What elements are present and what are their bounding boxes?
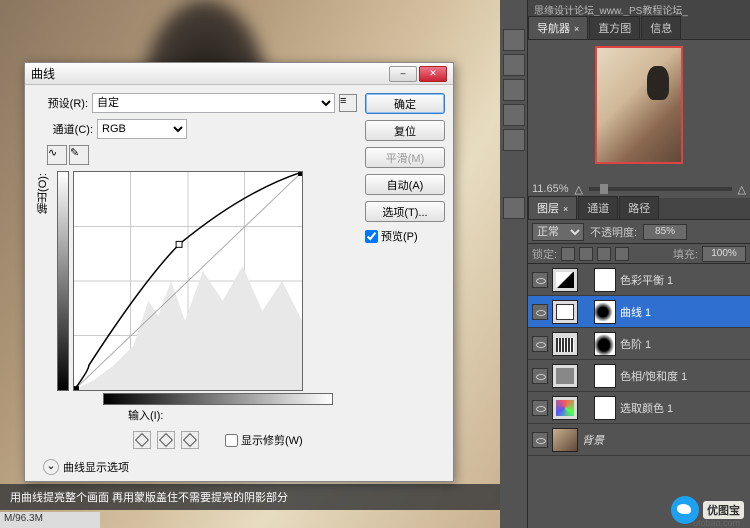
tool-icon[interactable] (503, 104, 525, 126)
options-button[interactable]: 选项(T)... (365, 201, 445, 222)
layer-thumb[interactable] (552, 364, 578, 388)
layers-tabs: 图层× 通道 路径 (528, 198, 750, 220)
curves-graph[interactable] (73, 171, 303, 391)
layer-row[interactable]: 曲线 1 (528, 296, 750, 328)
tab-channels[interactable]: 通道 (578, 196, 618, 219)
blend-mode-select[interactable]: 正常 (532, 223, 584, 241)
logo-url: utobao.com (693, 518, 740, 528)
tool-icon[interactable] (503, 197, 525, 219)
gray-point-dropper[interactable] (157, 431, 175, 449)
dialog-title: 曲线 (31, 65, 387, 82)
layer-thumb[interactable] (552, 428, 578, 452)
navigator-tabs: 导航器× 直方图 信息 (528, 18, 750, 40)
input-axis-label: 输入(I): (128, 407, 357, 423)
layer-name: 曲线 1 (620, 304, 651, 320)
tab-navigator[interactable]: 导航器× (528, 16, 588, 39)
minimize-button[interactable]: – (389, 66, 417, 82)
layer-thumb[interactable] (552, 300, 578, 324)
layer-list: 色彩平衡 1 曲线 1 色阶 1 (528, 264, 750, 528)
preset-menu-icon[interactable]: ≡ (339, 94, 357, 112)
layers-panel: 正常 不透明度: 85% 锁定: 填充: 100% 色彩平衡 1 (528, 220, 750, 528)
lock-pos-icon[interactable] (597, 247, 611, 261)
tool-icon[interactable] (503, 54, 525, 76)
black-point-dropper[interactable] (133, 431, 151, 449)
layer-mask[interactable] (594, 364, 616, 388)
visibility-icon[interactable] (532, 400, 548, 416)
layer-row[interactable]: 色相/饱和度 1 (528, 360, 750, 392)
status-bar: M/96.3M (0, 512, 100, 528)
navigator-thumbnail[interactable] (595, 46, 683, 164)
tab-info[interactable]: 信息 (641, 16, 681, 39)
channel-label: 通道(C): (47, 121, 93, 137)
curve-display-options[interactable]: ⌄ 曲线显示选项 (43, 459, 357, 475)
tool-icon[interactable] (503, 29, 525, 51)
preset-label: 预设(R): (33, 95, 88, 111)
lock-pixels-icon[interactable] (579, 247, 593, 261)
visibility-icon[interactable] (532, 336, 548, 352)
ok-button[interactable]: 确定 (365, 93, 445, 114)
tool-icon[interactable] (503, 79, 525, 101)
layer-thumb[interactable] (552, 268, 578, 292)
point-curve-tool[interactable]: ∿ (47, 145, 67, 165)
tab-paths[interactable]: 路径 (619, 196, 659, 219)
preset-select[interactable]: 自定 (92, 93, 335, 113)
output-gradient (57, 171, 69, 391)
opacity-value[interactable]: 85% (643, 224, 687, 240)
zoom-slider[interactable] (589, 187, 732, 191)
auto-button[interactable]: 自动(A) (365, 174, 445, 195)
chevron-icon: ⌄ (43, 459, 59, 475)
layer-name: 色阶 1 (620, 336, 651, 352)
opacity-label: 不透明度: (590, 224, 637, 240)
fill-label: 填充: (673, 246, 698, 262)
curves-dialog: 曲线 – ✕ 预设(R): 自定 ≡ 通道(C): RGB ∿ ✎ 输出(O): (24, 62, 454, 482)
layer-name: 色相/饱和度 1 (620, 368, 687, 384)
layer-mask[interactable] (594, 332, 616, 356)
tab-histogram[interactable]: 直方图 (589, 16, 640, 39)
channel-select[interactable]: RGB (97, 119, 187, 139)
zoom-in-icon[interactable]: △ (738, 183, 746, 196)
zoom-out-icon[interactable]: △ (575, 183, 583, 196)
layer-row[interactable]: 选取颜色 1 (528, 392, 750, 424)
layer-name: 选取颜色 1 (620, 400, 673, 416)
layer-row[interactable]: 色彩平衡 1 (528, 264, 750, 296)
layer-row[interactable]: 背景 (528, 424, 750, 456)
visibility-icon[interactable] (532, 432, 548, 448)
panel-tool-column (500, 0, 528, 528)
smooth-button: 平滑(M) (365, 147, 445, 168)
layer-row[interactable]: 色阶 1 (528, 328, 750, 360)
lock-label: 锁定: (532, 246, 557, 262)
lock-trans-icon[interactable] (561, 247, 575, 261)
tool-icon[interactable] (503, 129, 525, 151)
layer-mask[interactable] (594, 300, 616, 324)
right-panels: 思缘设计论坛_www._PS教程论坛_ 导航器× 直方图 信息 11.65% △… (500, 0, 750, 528)
layer-name: 色彩平衡 1 (620, 272, 673, 288)
reset-button[interactable]: 复位 (365, 120, 445, 141)
lock-all-icon[interactable] (615, 247, 629, 261)
navigator-panel (528, 40, 750, 180)
tab-layers[interactable]: 图层× (528, 196, 577, 219)
layer-thumb[interactable] (552, 396, 578, 420)
input-gradient (103, 393, 333, 405)
layer-name: 背景 (582, 432, 604, 448)
white-point-dropper[interactable] (181, 431, 199, 449)
layer-thumb[interactable] (552, 332, 578, 356)
preview-checkbox[interactable]: 预览(P) (365, 228, 445, 244)
show-clipping-checkbox[interactable]: 显示修剪(W) (225, 432, 303, 448)
zoom-value: 11.65% (532, 183, 569, 195)
output-axis-label: 输出(O): (33, 171, 53, 216)
visibility-icon[interactable] (532, 304, 548, 320)
layer-mask[interactable] (594, 268, 616, 292)
pencil-curve-tool[interactable]: ✎ (69, 145, 89, 165)
dialog-titlebar[interactable]: 曲线 – ✕ (25, 63, 453, 85)
close-button[interactable]: ✕ (419, 66, 447, 82)
tip-caption: 用曲线提亮整个画面 再用蒙版盖住不需要提亮的阴影部分 (0, 484, 500, 510)
fill-value[interactable]: 100% (702, 246, 746, 262)
visibility-icon[interactable] (532, 272, 548, 288)
visibility-icon[interactable] (532, 368, 548, 384)
layer-mask[interactable] (594, 396, 616, 420)
